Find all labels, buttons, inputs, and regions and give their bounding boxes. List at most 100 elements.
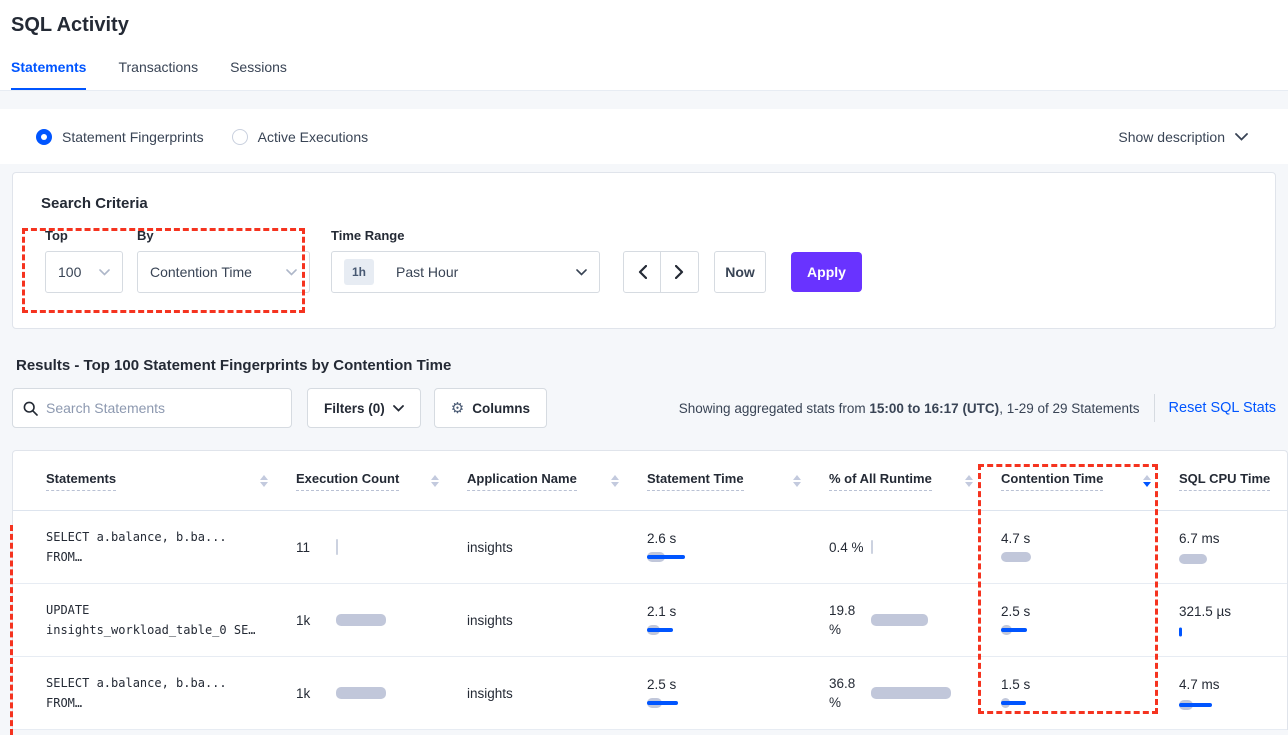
column-header-label[interactable]: Application Name [467, 471, 577, 491]
sql-cpu-time-value: 6.7 ms [1179, 529, 1233, 548]
reset-sql-stats-link[interactable]: Reset SQL Stats [1169, 400, 1276, 416]
radio-statement-fingerprints[interactable]: Statement Fingerprints [36, 129, 204, 145]
time-range-badge: 1h [344, 259, 374, 285]
statement-time-bar [647, 624, 809, 636]
time-range-select[interactable]: 1h Past Hour [331, 251, 600, 293]
radio-label: Active Executions [258, 129, 369, 145]
top-select-value: 100 [58, 264, 81, 280]
radio-active-executions[interactable]: Active Executions [232, 129, 369, 145]
previous-time-range-button[interactable] [624, 252, 661, 292]
show-description-toggle[interactable]: Show description [1118, 129, 1248, 145]
sort-icon[interactable] [793, 475, 801, 487]
application-name-value: insights [467, 686, 647, 701]
execution-count-bar [336, 539, 447, 555]
view-toggle-bar: Statement Fingerprints Active Executions… [0, 109, 1288, 164]
contention-time-value: 2.5 s [1001, 604, 1159, 619]
search-criteria-card: Search Criteria Top 100 By Contention Ti… [12, 172, 1276, 329]
table-row[interactable]: SELECT a.balance, b.ba...FROM… 1k insigh… [13, 657, 1287, 730]
column-header-label[interactable]: Contention Time [1001, 471, 1103, 491]
tab-transactions[interactable]: Transactions [118, 59, 198, 90]
columns-button-label: Columns [472, 401, 530, 416]
columns-button[interactable]: ⚙ Columns [434, 388, 547, 428]
show-description-label: Show description [1118, 129, 1225, 145]
aggregated-stats-text: Showing aggregated stats from 15:00 to 1… [679, 401, 1140, 416]
search-icon [23, 401, 38, 416]
column-header-label[interactable]: Statement Time [647, 471, 744, 491]
statement-time-bar [647, 697, 809, 709]
execution-count-value: 1k [296, 613, 336, 628]
stats-time-range: 15:00 to 16:17 (UTC) [869, 401, 999, 416]
time-step-buttons [623, 251, 699, 293]
next-time-range-button[interactable] [661, 252, 698, 292]
column-header-label[interactable]: Execution Count [296, 471, 399, 491]
sort-icon[interactable] [965, 475, 973, 487]
runtime-percent-bar [871, 685, 981, 701]
by-select[interactable]: Contention Time [137, 251, 310, 293]
now-button[interactable]: Now [714, 251, 766, 293]
time-range-label: Time Range [331, 228, 600, 243]
app-header: SQL Activity Statements Transactions Sessi… [0, 0, 1288, 91]
filters-button[interactable]: Filters (0) [307, 388, 421, 428]
filters-button-label: Filters (0) [324, 401, 385, 416]
vertical-divider [1154, 394, 1155, 422]
runtime-percent-value: 36.8 % [829, 674, 871, 712]
chevron-down-icon [393, 405, 404, 412]
radio-selected-icon[interactable] [36, 129, 52, 145]
top-label: Top [45, 228, 123, 243]
column-header-label[interactable]: Statements [46, 471, 116, 491]
tab-sessions[interactable]: Sessions [230, 59, 287, 90]
contention-time-bar [1001, 624, 1159, 636]
chevron-down-icon [1235, 133, 1248, 141]
table-row[interactable]: UPDATEinsights_workload_table_0 SE… 1k i… [13, 584, 1287, 657]
table-header-row: Statements Execution Count Application N… [13, 451, 1287, 511]
page-title: SQL Activity [11, 14, 1272, 37]
sql-cpu-time-bar [1179, 626, 1267, 638]
by-select-value: Contention Time [150, 264, 252, 280]
apply-button[interactable]: Apply [791, 252, 862, 292]
sql-cpu-time-value: 4.7 ms [1179, 675, 1233, 694]
contention-time-bar [1001, 551, 1159, 563]
application-name-value: insights [467, 540, 647, 555]
application-name-value: insights [467, 613, 647, 628]
time-range-value: Past Hour [396, 264, 458, 280]
runtime-percent-value: 19.8 % [829, 601, 871, 639]
column-header-label[interactable]: SQL CPU Time [1179, 471, 1270, 491]
search-statements-input[interactable] [46, 400, 281, 416]
sql-cpu-time-bar [1179, 699, 1267, 711]
sort-icon[interactable] [1143, 475, 1151, 487]
chevron-down-icon [99, 269, 110, 276]
statement-fingerprint[interactable]: SELECT a.balance, b.ba...FROM… [46, 527, 296, 567]
statements-table: Statements Execution Count Application N… [12, 450, 1288, 730]
radio-label: Statement Fingerprints [62, 129, 204, 145]
sort-icon[interactable] [431, 475, 439, 487]
statement-time-value: 2.6 s [647, 531, 809, 546]
sort-icon[interactable] [260, 475, 268, 487]
search-criteria-heading: Search Criteria [41, 195, 1275, 212]
statement-time-bar [647, 551, 809, 563]
tab-statements[interactable]: Statements [11, 59, 86, 90]
chevron-down-icon [576, 269, 587, 276]
results-heading: Results - Top 100 Statement Fingerprints… [16, 357, 1288, 374]
chevron-down-icon [286, 269, 297, 276]
table-row[interactable]: SELECT a.balance, b.ba...FROM… 11 insigh… [13, 511, 1287, 584]
statement-time-value: 2.5 s [647, 677, 809, 692]
execution-count-bar [336, 612, 447, 628]
runtime-percent-bar [871, 612, 981, 628]
column-header-label[interactable]: % of All Runtime [829, 471, 932, 491]
execution-count-value: 1k [296, 686, 336, 701]
search-statements-box[interactable] [12, 388, 292, 428]
gear-icon: ⚙ [451, 399, 464, 417]
sort-icon[interactable] [611, 475, 619, 487]
contention-time-bar [1001, 697, 1159, 709]
tab-bar: Statements Transactions Sessions [11, 59, 1272, 90]
statement-fingerprint[interactable]: SELECT a.balance, b.ba...FROM… [46, 673, 296, 713]
statement-fingerprint[interactable]: UPDATEinsights_workload_table_0 SE… [46, 600, 296, 640]
sql-cpu-time-value: 321.5 µs [1179, 602, 1233, 621]
results-toolbar: Filters (0) ⚙ Columns Showing aggregated… [12, 388, 1276, 428]
top-select[interactable]: 100 [45, 251, 123, 293]
sql-cpu-time-bar [1179, 553, 1267, 565]
statement-time-value: 2.1 s [647, 604, 809, 619]
contention-time-value: 1.5 s [1001, 677, 1159, 692]
runtime-percent-bar [871, 539, 981, 555]
radio-unselected-icon[interactable] [232, 129, 248, 145]
